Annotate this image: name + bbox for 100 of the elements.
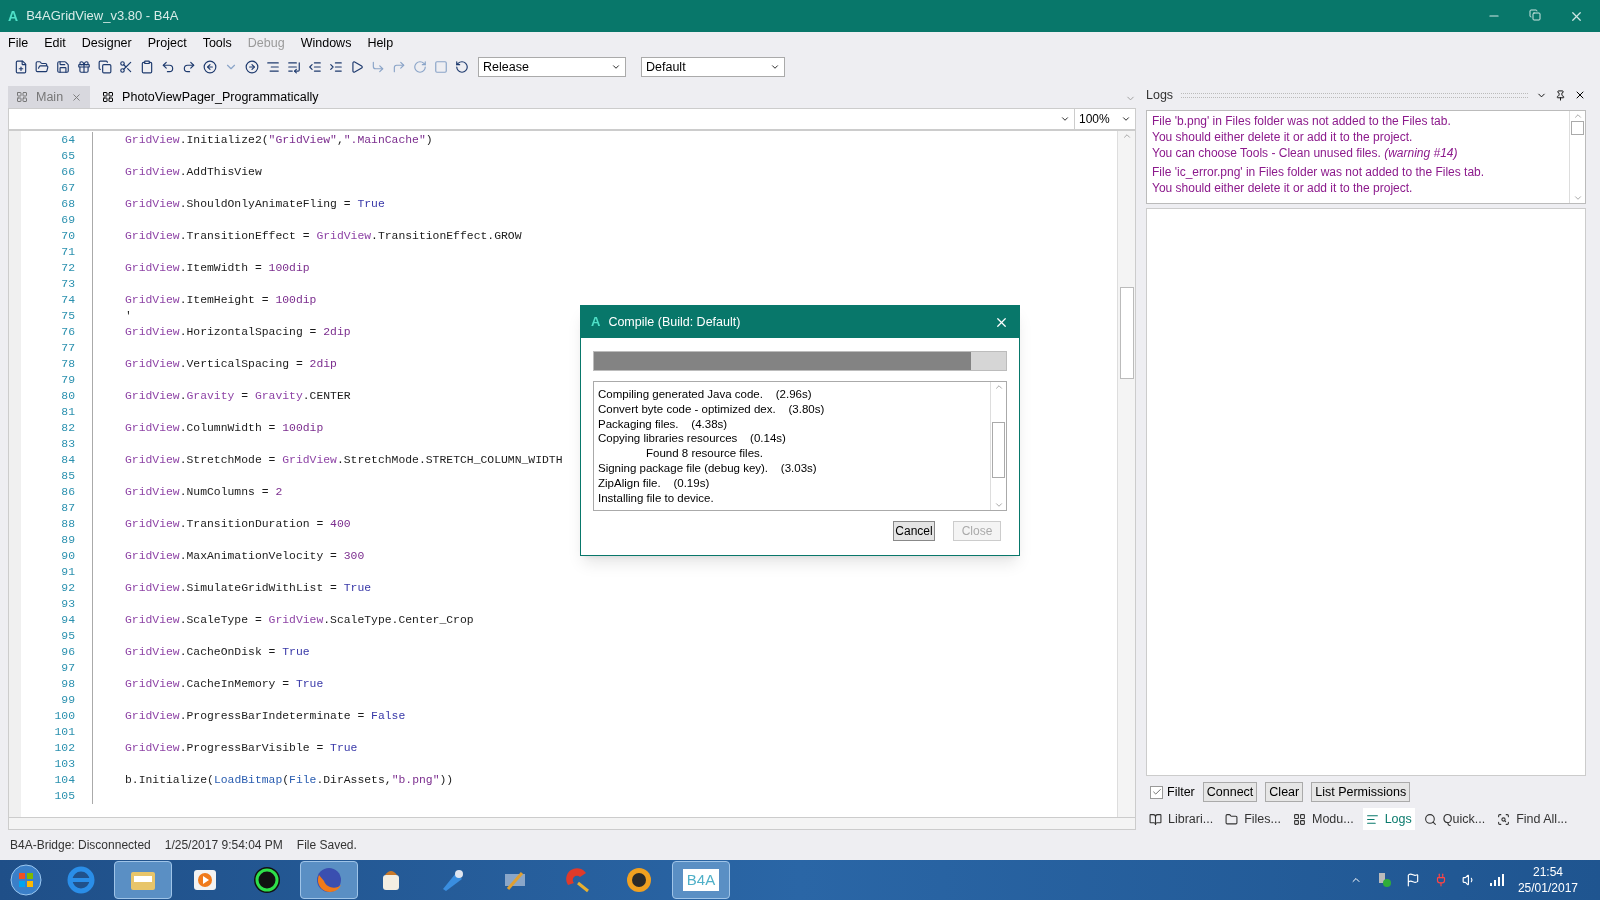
line-number: 67 <box>60 181 76 196</box>
line-number: 70 <box>60 229 76 244</box>
code-line: GridView.SimulateGridWithList = True <box>125 581 372 596</box>
line-number: 97 <box>60 661 76 676</box>
menu-item[interactable]: Windows <box>300 33 352 53</box>
line-number: 64 <box>60 133 76 148</box>
save-icon[interactable] <box>54 58 72 76</box>
line-number: 80 <box>60 389 76 404</box>
log-message: File 'ic_error.png' in Files folder was not added to the Files tab. <box>1152 164 1486 180</box>
log-message: You can choose Tools - Clean unused files. (warning #14) <box>1152 145 1459 161</box>
clock-date[interactable]: 25/01/2017 <box>1517 880 1578 896</box>
zoom-dropdown[interactable]: 100% <box>1075 109 1135 129</box>
log-message: You should either delete it or add it to the project. <box>1152 180 1414 196</box>
line-number: 76 <box>60 325 76 340</box>
back-icon[interactable] <box>201 58 219 76</box>
status-text: 1/25/2017 9:54:04 PM <box>164 837 283 854</box>
scroll-thumb[interactable] <box>992 422 1005 478</box>
folder-icon <box>1225 812 1239 826</box>
panel-tab[interactable]: Modu... <box>1289 808 1357 830</box>
line-number: 78 <box>60 357 76 372</box>
code-line: GridView.ItemWidth = 100dip <box>125 261 310 276</box>
line-number: 66 <box>60 165 76 180</box>
line-number: 90 <box>60 549 76 564</box>
filter-checkbox[interactable] <box>1150 785 1163 799</box>
forward-icon[interactable] <box>243 58 261 76</box>
build-log-line: Packaging files. (4.38s) <box>598 416 729 432</box>
code-line: GridView.VerticalSpacing = 2dip <box>125 357 337 372</box>
build-log-line: ZipAlign file. (0.19s) <box>598 475 711 491</box>
restore-button[interactable] <box>1529 8 1541 24</box>
build-log-line: Installing file to device. <box>598 490 715 506</box>
panel-tab[interactable]: Quick... <box>1420 808 1489 830</box>
panel-tab[interactable]: Files... <box>1222 808 1284 830</box>
line-number: 93 <box>60 597 76 612</box>
scroll-thumb[interactable] <box>1571 121 1584 135</box>
menu-item[interactable]: File <box>8 33 29 53</box>
menu-item[interactable]: Help <box>367 33 394 53</box>
scroll-thumb[interactable] <box>1119 287 1134 379</box>
editor-tab[interactable]: PhotoViewPager_Programmatically <box>94 86 327 108</box>
code-line: GridView.TransitionDuration = 400 <box>125 517 351 532</box>
signal-icon[interactable] <box>1489 874 1504 886</box>
checkbox-label: Filter <box>1167 783 1195 801</box>
line-number: 75 <box>60 309 76 324</box>
line-number: 102 <box>53 741 76 756</box>
lines-icon <box>1365 812 1379 826</box>
coin-icon <box>624 865 654 895</box>
log-message: File 'b.png' in Files folder was not added to the Files tab. <box>1152 113 1452 129</box>
line-number: 77 <box>60 341 76 356</box>
package-icon[interactable] <box>75 58 93 76</box>
close-icon[interactable] <box>1574 89 1586 101</box>
line-number: 74 <box>60 293 76 308</box>
vertical-scrollbar[interactable] <box>990 382 1006 510</box>
line-number: 83 <box>60 437 76 452</box>
build-config-dropdown[interactable]: Default <box>641 57 785 77</box>
window-title: B4AGridView_v3.80 - B4A <box>26 7 179 26</box>
code-line: GridView.Initialize2("GridView",".MainCache") <box>125 133 433 148</box>
log-message: You should either delete it or add it to the project. <box>1152 129 1414 145</box>
horizontal-scrollbar[interactable] <box>8 818 1136 830</box>
build-log-line: Signing package file (debug key). (3.03s) <box>598 461 818 476</box>
grid-icon <box>1292 812 1306 826</box>
code-line: GridView.NumColumns = 2 <box>125 485 283 500</box>
panel-tab[interactable]: Librari... <box>1146 808 1217 830</box>
line-number: 86 <box>60 485 76 500</box>
code-line: GridView.ColumnWidth = 100dip <box>125 421 324 436</box>
line-number: 89 <box>60 533 76 548</box>
panel-button[interactable]: Connect <box>1202 782 1258 802</box>
panel-button[interactable]: Clear <box>1265 782 1304 802</box>
clock-time[interactable]: 21:54 <box>1532 864 1563 880</box>
code-line: GridView.TransitionEffect = GridView.TransitionEffect.GROW <box>125 229 522 244</box>
line-number: 105 <box>53 789 76 804</box>
code-line: ' <box>125 309 132 324</box>
menu-item[interactable]: Edit <box>44 33 66 53</box>
pin-icon[interactable] <box>1555 89 1566 101</box>
close-tab-icon[interactable] <box>71 91 83 103</box>
dialog-button[interactable]: Cancel <box>893 521 935 541</box>
panel-tab[interactable]: Logs <box>1362 808 1415 830</box>
build-mode-dropdown[interactable]: Release <box>478 57 626 77</box>
line-number: 68 <box>60 197 76 212</box>
find-icon <box>1497 812 1511 826</box>
flag-icon[interactable] <box>1405 873 1420 887</box>
panel-tab[interactable]: Find All... <box>1494 808 1571 830</box>
menu-item[interactable]: Project <box>147 33 187 53</box>
search-icon <box>1423 812 1437 826</box>
code-line: GridView.ProgressBarIndeterminate = False <box>125 709 406 724</box>
code-line: GridView.Gravity = Gravity.CENTER <box>125 389 351 404</box>
check-icon <box>1151 787 1162 797</box>
dialog-title: Compile (Build: Default) <box>608 313 741 331</box>
code-line: GridView.AddThisView <box>125 165 262 180</box>
vertical-scrollbar[interactable] <box>1117 131 1135 817</box>
copy-icon[interactable] <box>96 58 114 76</box>
line-number: 94 <box>60 613 76 628</box>
menu-item[interactable]: Designer <box>81 33 132 53</box>
line-number: 82 <box>60 421 76 436</box>
menu-item[interactable]: Tools <box>202 33 232 53</box>
vertical-scrollbar[interactable] <box>1569 111 1585 203</box>
module-icon <box>16 91 28 103</box>
panel-button[interactable]: List Permissions <box>1311 782 1411 802</box>
restart-icon[interactable] <box>453 58 471 76</box>
build-log-line: Compiling generated Java code. (2.96s) <box>598 387 813 402</box>
app-logo: A <box>8 6 19 26</box>
book-icon <box>1149 812 1162 826</box>
